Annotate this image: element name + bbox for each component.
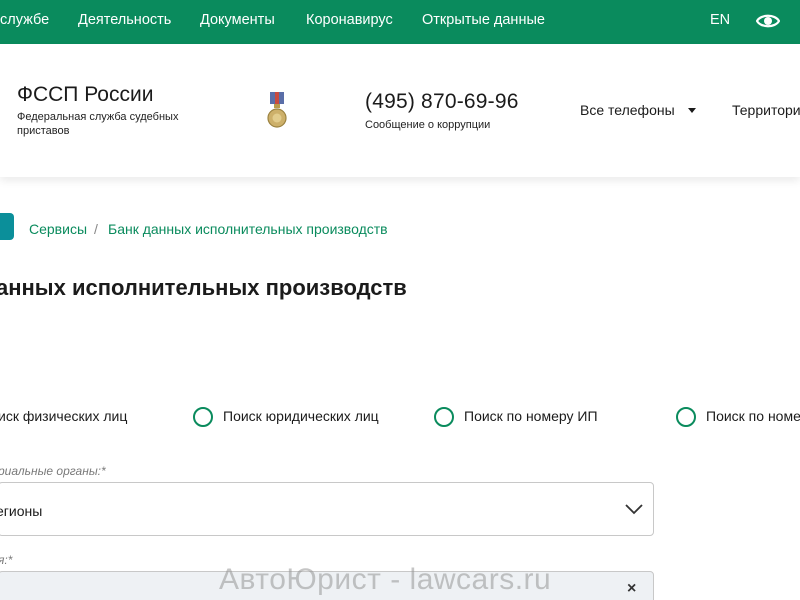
nav-item-coronavirus[interactable]: Коронавирус bbox=[306, 0, 393, 44]
breadcrumb-services[interactable]: Сервисы bbox=[29, 221, 87, 237]
nav-item-service[interactable]: службе bbox=[0, 0, 49, 44]
radio-label-ip-number[interactable]: Поиск по номеру ИП bbox=[464, 408, 598, 424]
breadcrumb-home-button[interactable] bbox=[0, 213, 14, 240]
nav-item-documents[interactable]: Документы bbox=[200, 0, 275, 44]
chevron-down-icon[interactable] bbox=[624, 502, 644, 515]
radio-other[interactable] bbox=[676, 407, 696, 427]
site-title[interactable]: ФССП России bbox=[17, 83, 153, 107]
top-nav: службе Деятельность Документы Коронавиру… bbox=[0, 0, 800, 44]
radio-legal-entities[interactable] bbox=[193, 407, 213, 427]
breadcrumb-separator: / bbox=[94, 221, 98, 237]
language-switch[interactable]: EN bbox=[710, 0, 730, 44]
site-subtitle: Федеральная служба судебных приставов bbox=[17, 111, 179, 137]
phone-caption: Сообщение о коррупции bbox=[365, 119, 491, 131]
radio-label-legal-entities[interactable]: Поиск юридических лиц bbox=[223, 408, 379, 424]
nav-item-open-data[interactable]: Открытые данные bbox=[422, 0, 545, 44]
territory-select[interactable] bbox=[0, 482, 654, 536]
eye-icon[interactable] bbox=[755, 10, 781, 32]
breadcrumb-bank[interactable]: Банк данных исполнительных производств bbox=[108, 221, 388, 237]
caret-down-icon[interactable] bbox=[688, 108, 696, 113]
territory-select-value: егионы bbox=[0, 503, 43, 519]
territory-field-label: риальные органы:* bbox=[0, 464, 106, 478]
medal-icon bbox=[266, 92, 288, 128]
radio-ip-number[interactable] bbox=[434, 407, 454, 427]
clear-icon[interactable]: × bbox=[627, 580, 636, 598]
site-header: ФССП России Федеральная служба судебных … bbox=[0, 44, 800, 177]
radio-label-individuals[interactable]: иск физических лиц bbox=[0, 408, 127, 424]
radio-label-other[interactable]: Поиск по номе bbox=[706, 408, 800, 424]
second-field-label: я:* bbox=[0, 553, 13, 567]
territory-selector[interactable]: Территори bbox=[732, 102, 800, 118]
page-title: анных исполнительных производств bbox=[0, 275, 407, 300]
corruption-phone[interactable]: (495) 870-69-96 bbox=[365, 90, 519, 114]
all-phones-dropdown[interactable]: Все телефоны bbox=[580, 102, 675, 118]
nav-item-activity[interactable]: Деятельность bbox=[78, 0, 171, 44]
watermark: АвтоЮрист - lawcars.ru bbox=[219, 563, 552, 596]
